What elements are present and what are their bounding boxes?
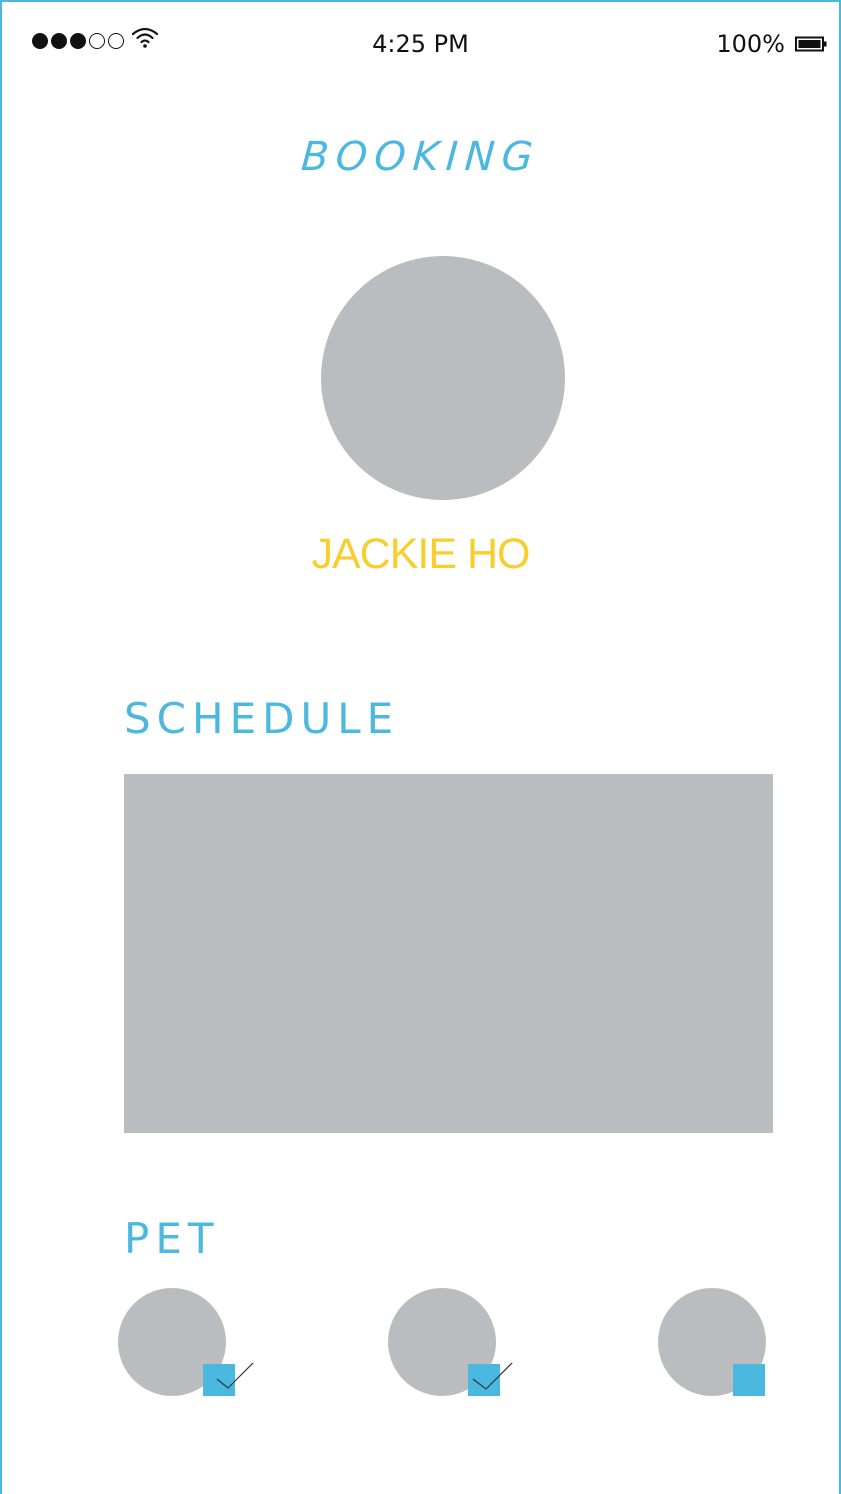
- pet-checkbox-checked[interactable]: [203, 1363, 263, 1403]
- schedule-placeholder[interactable]: [124, 774, 773, 1133]
- page-title: BOOKING: [299, 134, 542, 180]
- pet-option[interactable]: [658, 1288, 808, 1408]
- battery-indicator: 100%: [716, 30, 827, 58]
- battery-percent: 100%: [716, 30, 785, 58]
- status-bar: 4:25 PM 100%: [2, 2, 839, 82]
- pet-heading: PET: [124, 1214, 220, 1263]
- pet-option[interactable]: [118, 1288, 268, 1408]
- battery-icon: [795, 36, 827, 52]
- booking-screen: 4:25 PM 100% BOOKING JACKIE HO SCHEDULE …: [0, 0, 841, 1494]
- pet-option[interactable]: [388, 1288, 538, 1408]
- pet-checkbox-checked[interactable]: [468, 1363, 528, 1403]
- user-name: JACKIE HO: [311, 530, 531, 578]
- pet-checkbox-unchecked[interactable]: [733, 1363, 793, 1403]
- schedule-heading: SCHEDULE: [124, 694, 400, 743]
- profile-avatar[interactable]: [321, 256, 565, 500]
- status-time: 4:25 PM: [372, 30, 469, 58]
